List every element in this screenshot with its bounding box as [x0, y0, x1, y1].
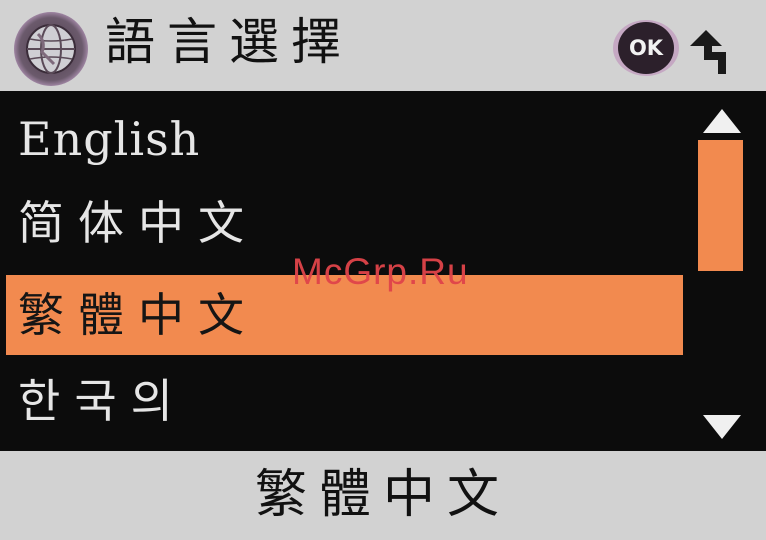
- triangle-up-icon[interactable]: [701, 107, 743, 135]
- list-item-traditional-chinese[interactable]: 繁體中文: [6, 275, 683, 355]
- list-item-simplified-chinese[interactable]: 简体中文: [6, 183, 683, 263]
- page-title: 語言選擇: [105, 13, 353, 71]
- ok-button-label: OK: [618, 22, 674, 74]
- current-selection-label: 繁體中文: [254, 465, 511, 525]
- header-bar: 語言選擇 OK: [0, 0, 766, 91]
- list-item-korean[interactable]: 한국의: [6, 361, 683, 441]
- list-item-english[interactable]: English: [6, 99, 683, 179]
- triangle-down-icon[interactable]: [701, 413, 743, 441]
- language-select-screen: 語言選擇 OK English 简体中文 繁體中文 한국의 繁體中文 McGrp…: [0, 0, 766, 540]
- footer-bar: 繁體中文: [0, 451, 766, 540]
- scrollbar-thumb[interactable]: [698, 140, 743, 271]
- globe-icon: [14, 12, 88, 86]
- return-arrow-icon[interactable]: [686, 26, 738, 78]
- ok-button[interactable]: OK: [613, 20, 679, 76]
- language-list: English 简体中文 繁體中文 한국의: [0, 91, 690, 451]
